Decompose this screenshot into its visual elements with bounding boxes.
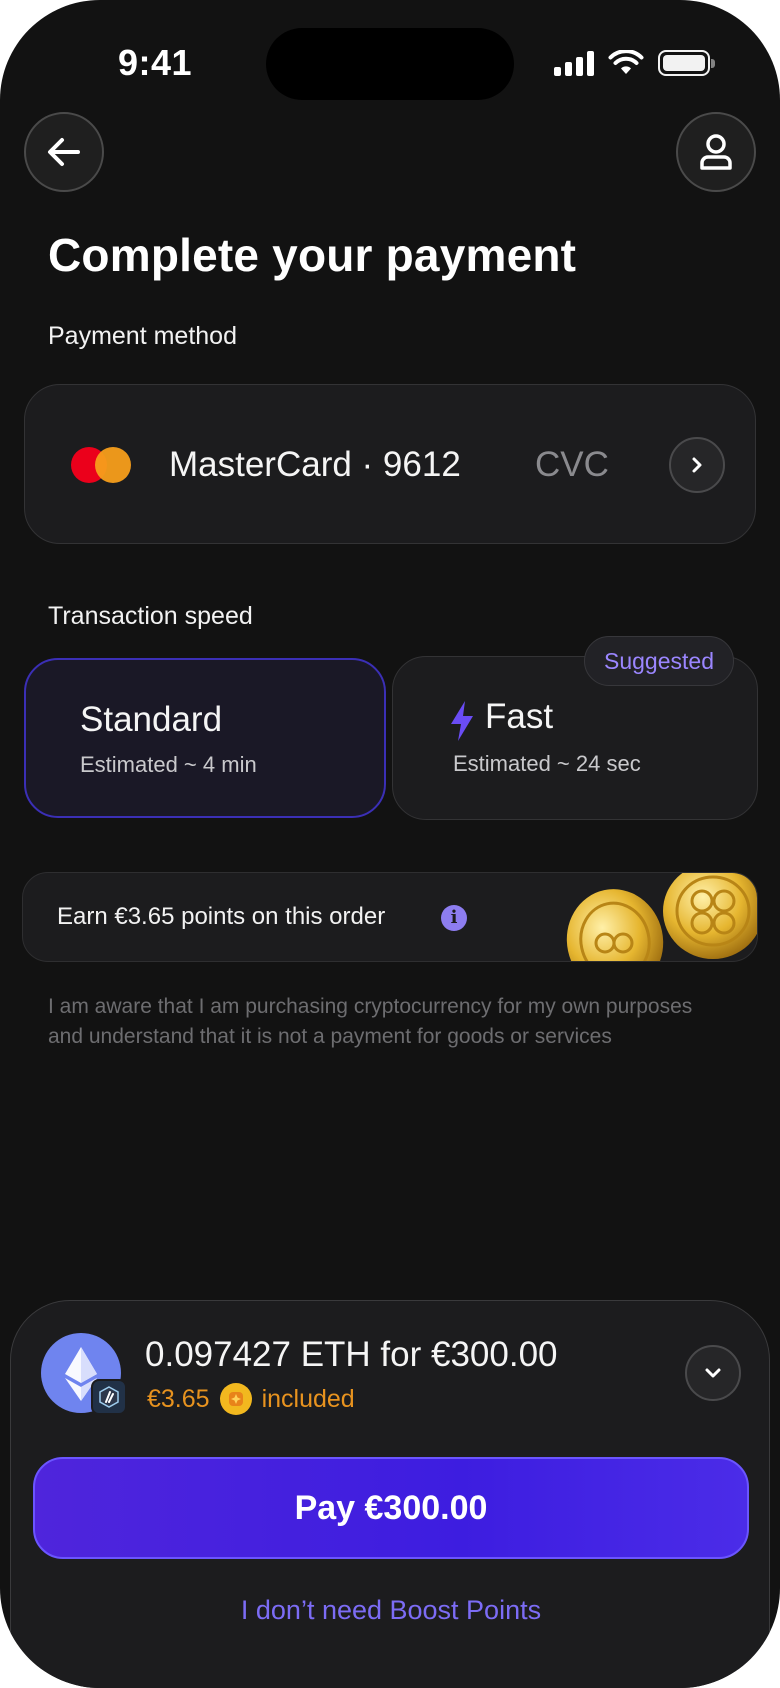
lightning-icon	[451, 701, 473, 741]
card-name: MasterCard · 9612	[169, 445, 461, 484]
phone-screen: 9:41 Complete your payment Payment metho…	[0, 0, 780, 1688]
speed-standard-title: Standard	[80, 700, 223, 739]
cvc-field[interactable]: CVC	[535, 445, 609, 485]
order-summary-sheet: 0.097427 ETH for €300.00 €3.65 included …	[10, 1300, 770, 1688]
signal-icon	[554, 50, 594, 76]
arrow-left-icon	[48, 138, 80, 166]
earn-points-banner: Earn €3.65 points on this order i	[22, 872, 758, 962]
speed-standard-estimate: Estimated ~ 4 min	[80, 752, 257, 777]
status-icons	[554, 50, 715, 76]
coins-image	[566, 873, 757, 961]
payment-method-label: Payment method	[48, 322, 237, 350]
battery-icon	[658, 50, 715, 76]
boost-coin-icon	[219, 1383, 252, 1415]
chevron-down-icon	[705, 1368, 721, 1378]
skip-boost-points-link[interactable]: I don’t need Boost Points	[11, 1595, 771, 1626]
info-icon[interactable]: i	[441, 905, 467, 931]
speed-option-standard[interactable]: Standard Estimated ~ 4 min	[24, 658, 386, 818]
dynamic-island	[266, 28, 514, 100]
payment-method-card[interactable]: MasterCard · 9612 CVC	[24, 384, 756, 544]
status-time: 9:41	[118, 42, 193, 83]
disclaimer-text: I am aware that I am purchasing cryptocu…	[48, 995, 693, 1048]
back-button[interactable]	[24, 112, 104, 192]
expand-summary-button[interactable]	[685, 1345, 741, 1401]
user-icon	[700, 134, 732, 170]
page-title: Complete your payment	[48, 229, 577, 281]
order-amount: 0.097427 ETH for €300.00	[145, 1335, 558, 1374]
pay-button[interactable]: Pay €300.00	[33, 1457, 749, 1559]
arbitrum-icon	[91, 1379, 127, 1415]
chevron-right-icon	[692, 457, 702, 473]
card-chevron-button[interactable]	[669, 437, 725, 493]
boost-points-value: €3.65	[147, 1384, 210, 1413]
wifi-icon	[608, 50, 644, 74]
speed-fast-title: Fast	[485, 697, 554, 736]
earn-points-text: Earn €3.65 points on this order	[57, 903, 386, 930]
suggested-badge: Suggested	[584, 636, 734, 686]
transaction-speed-label: Transaction speed	[48, 602, 253, 630]
speed-fast-estimate: Estimated ~ 24 sec	[453, 751, 641, 776]
boost-included-label: included	[261, 1384, 355, 1413]
boost-points-line: €3.65 included	[147, 1383, 355, 1415]
profile-button[interactable]	[676, 112, 756, 192]
mastercard-logo	[71, 447, 131, 483]
